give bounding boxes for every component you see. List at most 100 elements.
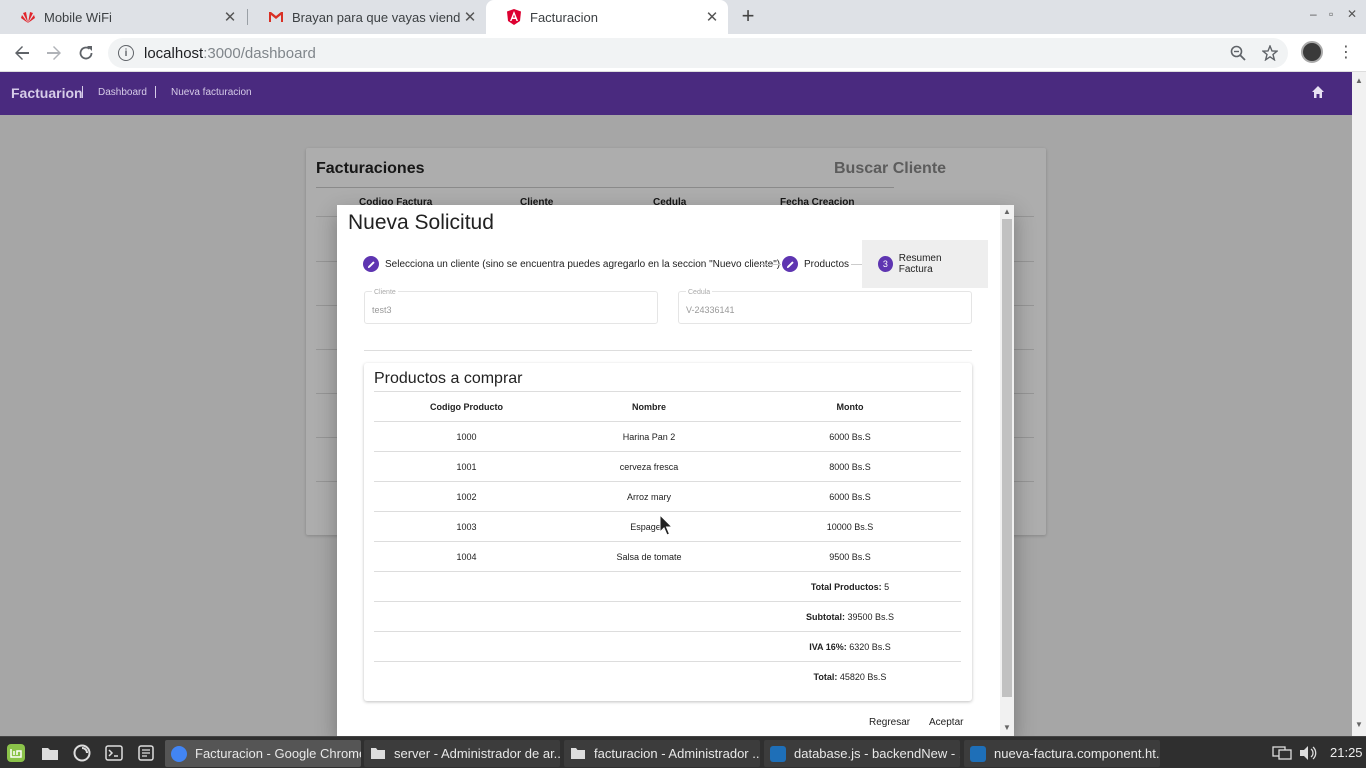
cell-monto: 6000 Bs.S	[829, 432, 871, 442]
cliente-label: Cliente	[372, 289, 398, 296]
page-scrollbar[interactable]: ▲ ▼	[1352, 72, 1366, 736]
browser-toolbar: i localhost:3000/dashboard ⋮	[0, 34, 1366, 72]
close-tab-icon[interactable]: ✕	[702, 8, 722, 26]
step-productos[interactable]: Productos	[782, 240, 849, 288]
table-row: 1001 cerveza fresca 8000 Bs.S	[374, 451, 961, 481]
tab-mobile-wifi[interactable]: Mobile WiFi ✕	[0, 0, 246, 34]
header-codigo: Codigo Producto	[430, 402, 503, 412]
site-info-icon[interactable]: i	[118, 45, 134, 61]
header-nombre: Nombre	[631, 402, 666, 412]
cell-codigo: 1004	[456, 552, 477, 562]
step-connector	[755, 264, 781, 265]
taskbar-item-facturacion-files[interactable]: facturacion - Administrador ...	[564, 740, 760, 767]
new-tab-button[interactable]: +	[736, 3, 760, 29]
firefox-icon[interactable]	[72, 743, 92, 763]
zoom-icon[interactable]	[1230, 38, 1246, 68]
regresar-button[interactable]: Regresar	[869, 717, 910, 728]
taskbar-item-label: Facturacion - Google Chrome	[195, 746, 361, 761]
taskbar-item-label: server - Administrador de ar...	[394, 746, 560, 761]
back-icon[interactable]	[9, 40, 35, 66]
step-label: Selecciona un cliente (sino se encuentra…	[385, 258, 781, 270]
productos-title: Productos a comprar	[374, 370, 523, 387]
aceptar-button[interactable]: Aceptar	[929, 717, 963, 728]
chrome-icon	[171, 745, 187, 762]
summary-row-subtotal: Subtotal: 39500 Bs.S	[374, 601, 961, 631]
network-icon[interactable]	[1272, 743, 1292, 763]
summary-value: 6320 Bs.S	[849, 642, 891, 652]
cedula-label: Cedula	[686, 289, 713, 296]
cell-monto: 6000 Bs.S	[829, 492, 871, 502]
bookmark-star-icon[interactable]	[1262, 38, 1278, 68]
folder-icon[interactable]	[40, 743, 60, 763]
nav-link-dashboard[interactable]: Dashboard	[98, 87, 147, 98]
brand-logo[interactable]: Factuarion	[11, 85, 83, 101]
nav-separator	[82, 86, 83, 98]
cliente-field[interactable]: Cliente test3	[364, 289, 658, 324]
dialog-title: Nueva Solicitud	[348, 211, 494, 234]
cedula-value: V-24336141	[686, 305, 735, 315]
taskbar: Facturacion - Google Chrome server - Adm…	[0, 736, 1366, 768]
cell-monto: 8000 Bs.S	[829, 462, 871, 472]
cell-monto: 10000 Bs.S	[826, 522, 874, 532]
mint-menu-icon[interactable]	[6, 743, 26, 763]
cell-codigo: 1000	[456, 432, 477, 442]
tab-facturacion[interactable]: Facturacion ✕	[486, 0, 728, 34]
summary-label: Total Productos:	[810, 582, 882, 592]
app-navbar: Factuarion Dashboard Nueva facturacion	[0, 72, 1352, 115]
stepper: Selecciona un cliente (sino se encuentra…	[337, 240, 988, 288]
taskbar-item-vscode-database[interactable]: database.js - backendNew - ...	[764, 740, 960, 767]
text-editor-icon[interactable]	[136, 743, 156, 763]
address-bar[interactable]: i localhost:3000/dashboard	[108, 38, 1288, 68]
close-tab-icon[interactable]: ✕	[220, 8, 240, 26]
cell-nombre: Harina Pan 2	[622, 432, 676, 442]
cell-nombre: cerveza fresca	[619, 462, 679, 472]
maximize-icon[interactable]: ▫	[1329, 7, 1333, 21]
cell-nombre: Salsa de tomate	[616, 552, 682, 562]
home-icon[interactable]	[1311, 85, 1325, 104]
taskbar-item-label: database.js - backendNew - ...	[794, 746, 960, 761]
forward-icon[interactable]	[41, 40, 67, 66]
huawei-icon	[20, 9, 36, 25]
taskbar-item-server-files[interactable]: server - Administrador de ar...	[364, 740, 560, 767]
mouse-cursor-icon	[659, 513, 674, 541]
nav-link-nueva-facturacion[interactable]: Nueva facturacion	[171, 87, 252, 98]
tab-title: Facturacion	[530, 9, 598, 25]
url-path: :3000/dashboard	[203, 44, 316, 62]
scroll-up-icon[interactable]: ▲	[1003, 207, 1011, 216]
profile-avatar[interactable]	[1301, 41, 1323, 63]
step-label: Resumen Factura	[898, 253, 942, 275]
taskbar-item-label: facturacion - Administrador ...	[594, 746, 760, 761]
tab-gmail[interactable]: Brayan para que vayas viendo ✕	[248, 0, 486, 34]
taskbar-item-chrome[interactable]: Facturacion - Google Chrome	[165, 740, 361, 767]
step-resumen-factura[interactable]: 3 Resumen Factura	[862, 240, 988, 288]
section-divider	[364, 350, 972, 351]
angular-icon	[506, 9, 522, 25]
vscode-icon	[770, 745, 786, 762]
close-tab-icon[interactable]: ✕	[460, 8, 480, 26]
summary-value: 45820 Bs.S	[839, 672, 887, 682]
dialog-scrollbar[interactable]: ▲ ▼	[1000, 205, 1014, 736]
cedula-field[interactable]: Cedula V-24336141	[678, 289, 972, 324]
step-seleccionar-cliente[interactable]: Selecciona un cliente (sino se encuentra…	[363, 240, 780, 288]
minimize-icon[interactable]: ‒	[1310, 7, 1317, 21]
pencil-icon	[363, 256, 379, 272]
summary-row-iva: IVA 16%: 6320 Bs.S	[374, 631, 961, 661]
table-row: 1004 Salsa de tomate 9500 Bs.S	[374, 541, 961, 571]
taskbar-item-vscode-component[interactable]: nueva-factura.component.ht...	[964, 740, 1160, 767]
scroll-up-icon[interactable]: ▲	[1355, 76, 1363, 85]
scroll-down-icon[interactable]: ▼	[1003, 723, 1011, 732]
summary-row-total: Total: 45820 Bs.S	[374, 661, 961, 691]
browser-menu-icon[interactable]: ⋮	[1338, 42, 1354, 62]
vscode-icon	[970, 745, 986, 762]
summary-row-total-productos: Total Productos: 5	[374, 571, 961, 601]
close-window-icon[interactable]: ✕	[1347, 7, 1357, 21]
reload-icon[interactable]	[73, 40, 99, 66]
terminal-icon[interactable]	[104, 743, 124, 763]
nueva-solicitud-dialog: Nueva Solicitud Selecciona un cliente (s…	[337, 205, 1014, 736]
volume-icon[interactable]	[1298, 743, 1318, 763]
browser-tab-strip: Mobile WiFi ✕ Brayan para que vayas vien…	[0, 0, 1366, 34]
clock: 21:25	[1330, 745, 1363, 760]
scroll-down-icon[interactable]: ▼	[1355, 720, 1363, 729]
scroll-thumb[interactable]	[1002, 219, 1012, 697]
summary-label: Total:	[813, 672, 838, 682]
